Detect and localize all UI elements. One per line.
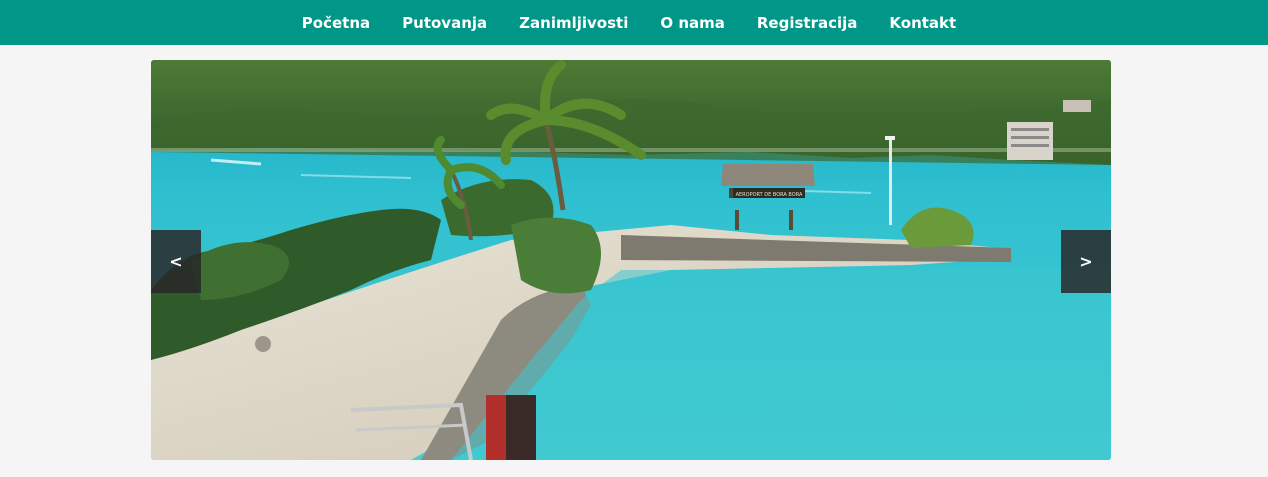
- nav-link-kontakt[interactable]: Kontakt: [873, 2, 972, 44]
- nav-item-registracija: Registracija: [741, 2, 874, 44]
- image-slider: AEROPORT DE BORA BORA < >: [151, 60, 1111, 460]
- nav-item-pocetna: Početna: [286, 2, 386, 44]
- nav-link-registracija[interactable]: Registracija: [741, 2, 874, 44]
- nav-item-kontakt: Kontakt: [873, 2, 972, 44]
- nav-link-zanimljivosti[interactable]: Zanimljivosti: [503, 2, 644, 44]
- nav-item-zanimljivosti: Zanimljivosti: [503, 2, 644, 44]
- nav-link-pocetna[interactable]: Početna: [286, 2, 386, 44]
- nav-item-putovanja: Putovanja: [386, 2, 503, 44]
- nav-link-putovanja[interactable]: Putovanja: [386, 2, 503, 44]
- nav-link-o-nama[interactable]: O nama: [644, 2, 741, 44]
- nav-item-o-nama: O nama: [644, 2, 741, 44]
- slider-next-button[interactable]: >: [1061, 230, 1111, 293]
- slider-prev-button[interactable]: <: [151, 230, 201, 293]
- sign-text: AEROPORT DE BORA BORA: [736, 192, 803, 198]
- nav-menu: Početna Putovanja Zanimljivosti O nama R…: [286, 2, 972, 44]
- top-navbar: Početna Putovanja Zanimljivosti O nama R…: [0, 0, 1268, 45]
- slide-image-bora-bora: AEROPORT DE BORA BORA: [151, 60, 1111, 460]
